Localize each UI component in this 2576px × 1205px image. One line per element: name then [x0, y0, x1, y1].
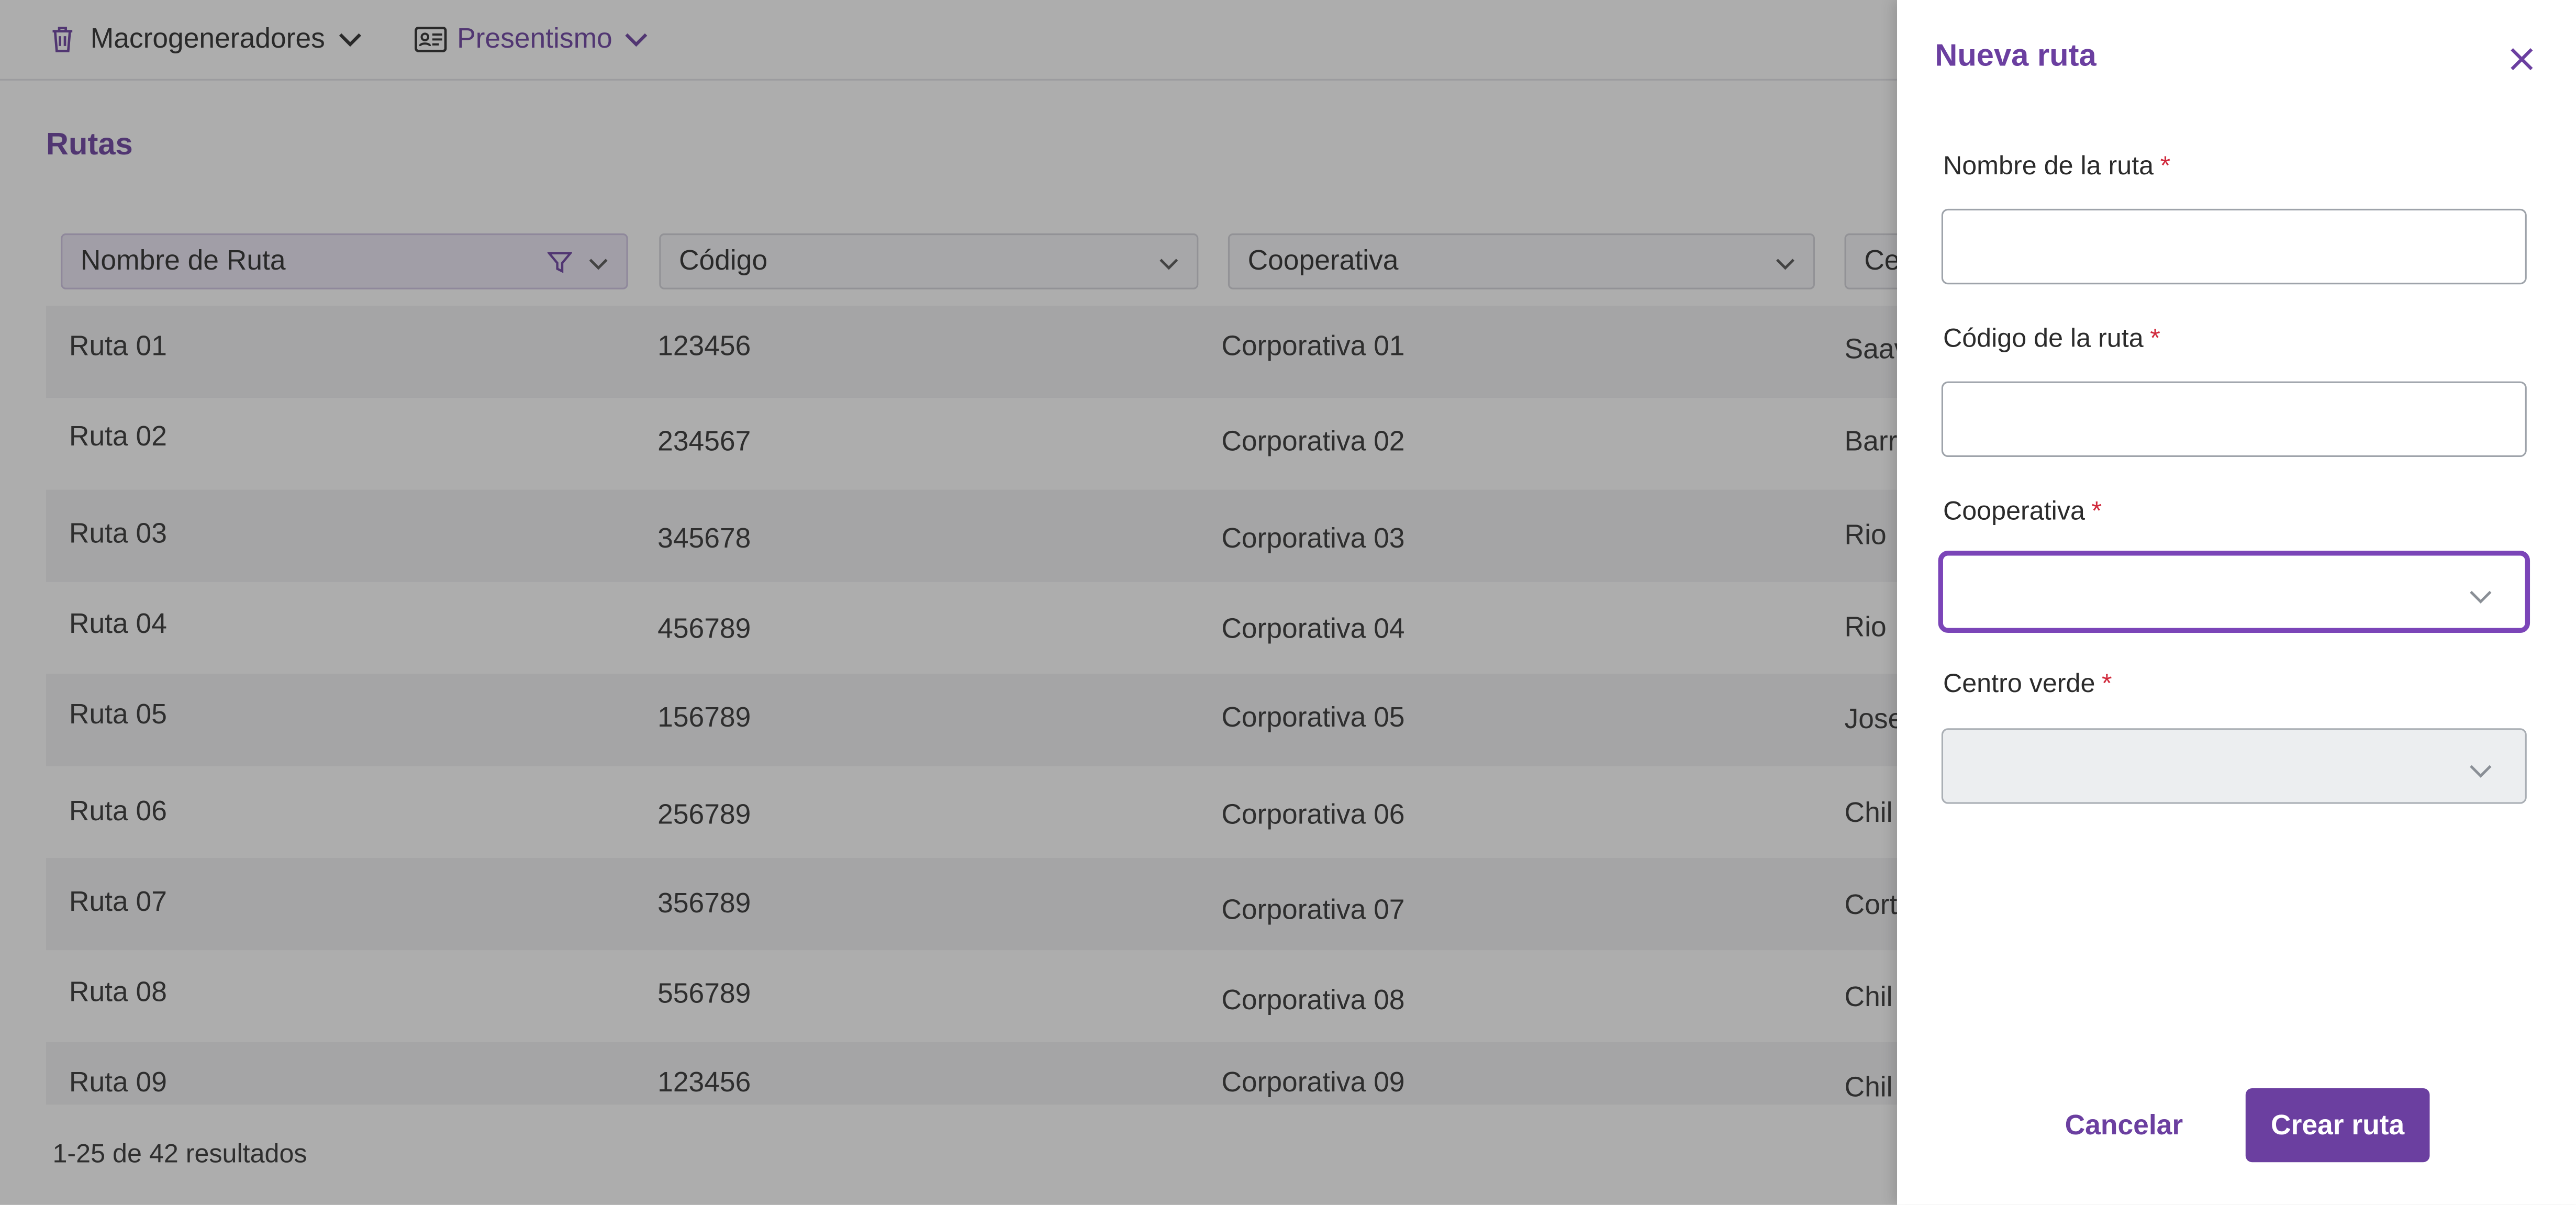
- required-mark: *: [2091, 498, 2102, 526]
- field-label-centro: Centro verde *: [1943, 671, 2112, 700]
- required-mark: *: [2150, 325, 2160, 354]
- route-name-input[interactable]: [1941, 208, 2527, 285]
- new-route-drawer: Nueva ruta Nombre de la ruta * Código de …: [1897, 0, 2576, 1205]
- label-text: Cooperativa: [1943, 498, 2085, 526]
- route-code-input[interactable]: [1941, 381, 2527, 458]
- label-text: Centro verde: [1943, 671, 2095, 699]
- close-button[interactable]: [2505, 43, 2538, 76]
- label-text: Código de la ruta: [1943, 325, 2144, 354]
- cancel-button[interactable]: Cancelar: [2055, 1090, 2193, 1162]
- cooperativa-select[interactable]: [1938, 551, 2530, 633]
- create-route-button[interactable]: Crear ruta: [2245, 1088, 2430, 1163]
- centro-verde-select[interactable]: [1941, 728, 2527, 804]
- field-label-codigo: Código de la ruta *: [1943, 326, 2160, 355]
- field-label-nombre: Nombre de la ruta *: [1943, 153, 2170, 183]
- drawer-title: Nueva ruta: [1935, 39, 2097, 74]
- chevron-down-icon: [2469, 584, 2492, 613]
- required-mark: *: [2160, 153, 2171, 181]
- field-label-cooperativa: Cooperativa *: [1943, 498, 2102, 528]
- required-mark: *: [2102, 671, 2112, 699]
- chevron-down-icon: [2469, 758, 2492, 788]
- label-text: Nombre de la ruta: [1943, 153, 2154, 181]
- screen: Macrogeneradores Presentismo Rutas Nombr…: [0, 0, 2576, 1205]
- close-icon: [2505, 48, 2538, 82]
